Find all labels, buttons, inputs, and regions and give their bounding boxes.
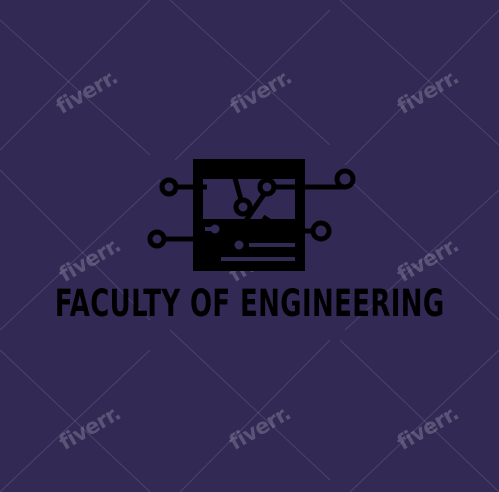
logo-title: FACULTY OF ENGINEERING	[54, 282, 445, 325]
logo-canvas: fiverr. fiverr. fiverr. fiverr. fiverr. …	[0, 0, 499, 492]
circuit-chip-icon	[147, 159, 356, 271]
